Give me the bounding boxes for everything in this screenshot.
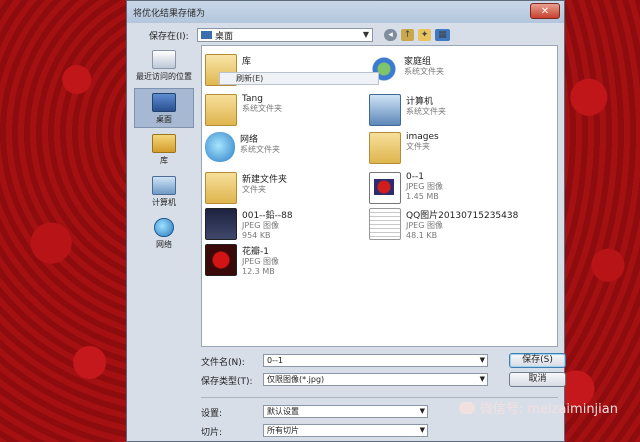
file-item[interactable]: QQ图片20130715235438 JPEG 图像 48.1 KB bbox=[369, 208, 539, 242]
file-name: 网络 bbox=[240, 135, 259, 145]
folder-icon bbox=[205, 94, 237, 126]
file-type: 系统文件夹 bbox=[240, 145, 280, 154]
back-icon[interactable]: ◂ bbox=[384, 29, 397, 41]
chevron-down-icon: ▼ bbox=[419, 407, 425, 415]
navigation-toolbar: ◂ ↑ ✦ ▦ bbox=[384, 29, 450, 41]
jpeg-icon bbox=[369, 172, 401, 204]
watermark-text: 微信号: meizaiminjian bbox=[479, 402, 618, 417]
file-type: JPEG 图像 bbox=[406, 182, 443, 191]
file-item[interactable]: 计算机 系统文件夹 bbox=[369, 94, 539, 128]
jpeg-icon bbox=[369, 208, 401, 240]
network-icon bbox=[205, 132, 235, 162]
file-item[interactable]: Tang 系统文件夹 bbox=[205, 94, 375, 128]
folder-icon bbox=[205, 172, 237, 204]
file-item[interactable]: 家庭组 系统文件夹 bbox=[369, 54, 539, 88]
dialog-title: 将优化结果存储为 bbox=[133, 8, 206, 19]
file-name: 001--鉛--88 bbox=[242, 211, 293, 221]
filename-label: 文件名(N): bbox=[201, 358, 245, 368]
folder-icon bbox=[369, 132, 401, 164]
file-size: 48.1 KB bbox=[406, 231, 438, 240]
save-in-label: 保存在(I): bbox=[149, 31, 189, 42]
filename-value: 0--1 bbox=[267, 356, 283, 365]
file-type: 系统文件夹 bbox=[242, 104, 282, 113]
save-in-dropdown[interactable]: 桌面 ▼ bbox=[197, 28, 373, 42]
jpeg-icon bbox=[205, 244, 237, 276]
filetype-value: 仅限图像(*.jpg) bbox=[267, 375, 325, 384]
place-label: 网络 bbox=[156, 240, 172, 249]
recent-icon bbox=[152, 50, 176, 69]
network-icon bbox=[154, 218, 174, 237]
place-computer[interactable]: 计算机 bbox=[134, 172, 194, 212]
file-type: 文件夹 bbox=[406, 142, 430, 151]
library-icon bbox=[152, 134, 176, 153]
wechat-icon bbox=[458, 401, 475, 414]
file-type: JPEG 图像 bbox=[406, 221, 443, 230]
chevron-down-icon: ▼ bbox=[362, 30, 369, 39]
file-type: 文件夹 bbox=[242, 185, 266, 194]
slices-dropdown[interactable]: 所有切片 ▼ bbox=[263, 424, 428, 437]
save-button[interactable]: 保存(S) bbox=[509, 353, 566, 368]
place-label: 计算机 bbox=[152, 198, 176, 207]
place-library[interactable]: 库 bbox=[134, 130, 194, 170]
jpeg-icon bbox=[205, 208, 237, 240]
file-item[interactable]: 新建文件夹 文件夹 bbox=[205, 172, 375, 206]
settings-label: 设置: bbox=[201, 409, 223, 419]
slices-value: 所有切片 bbox=[267, 426, 299, 435]
file-type: JPEG 图像 bbox=[242, 257, 279, 266]
file-name: 0--1 bbox=[406, 172, 424, 182]
file-type: 系统文件夹 bbox=[406, 107, 446, 116]
file-name: Tang bbox=[242, 94, 263, 104]
desktop-folder-icon bbox=[201, 31, 212, 39]
settings-value: 默认设置 bbox=[267, 407, 299, 416]
computer-icon bbox=[152, 176, 176, 195]
file-size: 1.45 MB bbox=[406, 192, 439, 201]
context-menu-refresh[interactable]: 刷新(E) bbox=[219, 72, 379, 85]
filetype-label: 保存类型(T): bbox=[201, 377, 253, 387]
file-name: 花瓣-1 bbox=[242, 247, 269, 257]
place-label: 库 bbox=[160, 156, 168, 165]
file-size: 954 KB bbox=[242, 231, 271, 240]
file-type: JPEG 图像 bbox=[242, 221, 279, 230]
place-label: 最近访问的位置 bbox=[136, 72, 192, 81]
place-recent[interactable]: 最近访问的位置 bbox=[134, 46, 194, 86]
file-size: 12.3 MB bbox=[242, 267, 275, 276]
file-list[interactable]: 库 家庭组 系统文件夹 Tang 系统文件夹 计算机 系统文件夹 网络 系统文件夹 im… bbox=[201, 45, 558, 347]
chevron-down-icon: ▼ bbox=[419, 426, 425, 434]
save-as-dialog: 将优化结果存储为 ✕ 保存在(I): 桌面 ▼ ◂ ↑ ✦ ▦ 最近访问的位置 … bbox=[126, 0, 566, 442]
file-type: 系统文件夹 bbox=[404, 67, 444, 76]
cancel-button[interactable]: 取消 bbox=[509, 372, 566, 387]
file-name: 家庭组 bbox=[404, 57, 432, 67]
file-name: QQ图片20130715235438 bbox=[406, 211, 519, 221]
close-button[interactable]: ✕ bbox=[530, 3, 560, 19]
file-name: 计算机 bbox=[406, 97, 434, 107]
file-item[interactable]: 网络 系统文件夹 bbox=[205, 132, 375, 166]
dialog-titlebar[interactable]: 将优化结果存储为 bbox=[127, 1, 564, 23]
new-folder-icon[interactable]: ✦ bbox=[418, 29, 431, 41]
save-in-value: 桌面 bbox=[215, 31, 234, 42]
places-bar: 最近访问的位置 桌面 库 计算机 网络 bbox=[134, 46, 196, 346]
up-folder-icon[interactable]: ↑ bbox=[401, 29, 414, 41]
slices-label: 切片: bbox=[201, 428, 223, 438]
file-name: 新建文件夹 bbox=[242, 175, 288, 185]
file-item[interactable]: 0--1 JPEG 图像 1.45 MB bbox=[369, 172, 539, 206]
settings-dropdown[interactable]: 默认设置 ▼ bbox=[263, 405, 428, 418]
filetype-dropdown[interactable]: 仅限图像(*.jpg) ▼ bbox=[263, 373, 488, 386]
file-item[interactable]: 001--鉛--88 JPEG 图像 954 KB bbox=[205, 208, 375, 242]
computer-icon bbox=[369, 94, 401, 126]
desktop-icon bbox=[152, 93, 176, 112]
file-name: 库 bbox=[242, 57, 252, 67]
file-item[interactable]: images 文件夹 bbox=[369, 132, 539, 166]
file-name: images bbox=[406, 132, 439, 142]
view-menu-icon[interactable]: ▦ bbox=[435, 29, 450, 41]
place-desktop[interactable]: 桌面 bbox=[134, 88, 194, 128]
watermark: 微信号: meizaiminjian bbox=[458, 398, 618, 417]
place-network[interactable]: 网络 bbox=[134, 214, 194, 254]
chevron-down-icon: ▼ bbox=[479, 375, 485, 383]
file-item[interactable]: 花瓣-1 JPEG 图像 12.3 MB bbox=[205, 244, 375, 278]
save-in-row: 保存在(I): 桌面 ▼ bbox=[149, 28, 373, 42]
chevron-down-icon: ▼ bbox=[479, 356, 485, 364]
place-label: 桌面 bbox=[156, 115, 172, 124]
filename-input[interactable]: 0--1 ▼ bbox=[263, 354, 488, 367]
